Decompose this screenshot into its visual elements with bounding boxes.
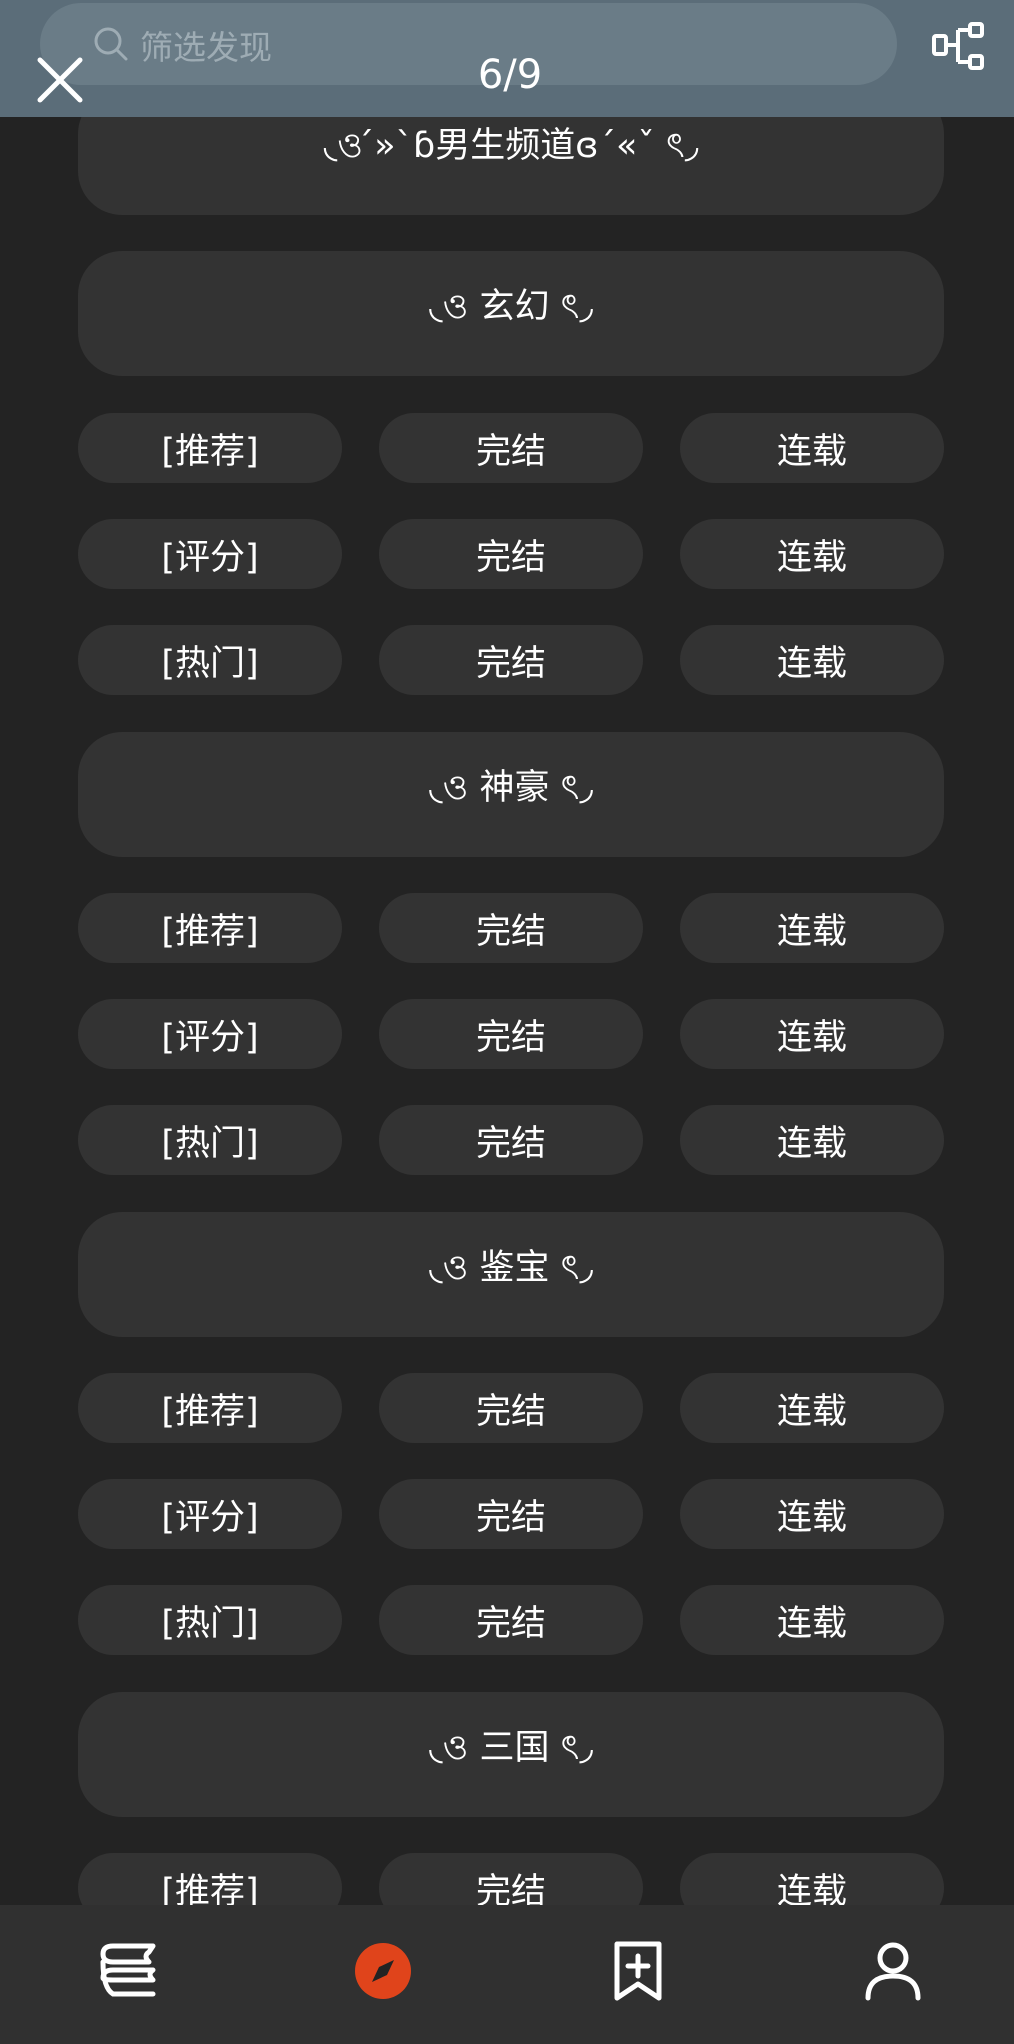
section-title: ◟ও 玄幻 ৎ◞ xyxy=(429,287,593,327)
pill-ongoing[interactable]: 连载 xyxy=(680,1853,944,1905)
pill-rating[interactable]: [评分] xyxy=(78,1479,342,1549)
pill-completed[interactable]: 完结 xyxy=(379,1105,643,1175)
section-header-shenhao[interactable]: ◟ও 神豪 ৎ◞ xyxy=(78,732,944,857)
pill-ongoing[interactable]: 连载 xyxy=(680,519,944,589)
pill-completed[interactable]: 完结 xyxy=(379,999,643,1069)
search-placeholder: 筛选发现 xyxy=(140,28,272,67)
pill-completed[interactable]: 完结 xyxy=(379,413,643,483)
pill-rating[interactable]: [评分] xyxy=(78,999,342,1069)
pill-ongoing[interactable]: 连载 xyxy=(680,1373,944,1443)
close-icon[interactable] xyxy=(30,50,90,110)
section-header-sanguo[interactable]: ◟ও 三国 ৎ◞ xyxy=(78,1692,944,1817)
pill-recommend[interactable]: [推荐] xyxy=(78,1853,342,1905)
pill-ongoing[interactable]: 连载 xyxy=(680,1479,944,1549)
pill-completed[interactable]: 完结 xyxy=(379,1373,643,1443)
pill-completed[interactable]: 完结 xyxy=(379,1479,643,1549)
pill-completed[interactable]: 完结 xyxy=(379,893,643,963)
discover-content: ◟ও ́»`ɓ男生频道ɞ´«ˇ ৎ◞ ◟ও 玄幻 ৎ◞ [推荐] 完结 连载 [… xyxy=(0,0,1014,1905)
pill-ongoing[interactable]: 连载 xyxy=(680,999,944,1069)
section-header-xuanhuan[interactable]: ◟ও 玄幻 ৎ◞ xyxy=(78,251,944,376)
pill-completed[interactable]: 完结 xyxy=(379,519,643,589)
pill-recommend[interactable]: [推荐] xyxy=(78,1373,342,1443)
pill-completed[interactable]: 完结 xyxy=(379,1853,643,1905)
bookmark-add-icon xyxy=(614,1941,662,2001)
section-title: ◟ও 鉴宝 ৎ◞ xyxy=(429,1248,593,1288)
pill-hot[interactable]: [热门] xyxy=(78,625,342,695)
top-bar: 筛选发现 6/9 xyxy=(0,0,1014,117)
user-icon xyxy=(865,1942,921,2001)
bookshelf-icon xyxy=(100,1943,156,1997)
page-counter: 6/9 xyxy=(477,52,543,98)
pill-ongoing[interactable]: 连载 xyxy=(680,413,944,483)
pill-recommend[interactable]: [推荐] xyxy=(78,893,342,963)
pill-recommend[interactable]: [推荐] xyxy=(78,413,342,483)
mindmap-icon[interactable] xyxy=(930,18,988,76)
bottom-nav xyxy=(0,1905,1014,2044)
tab-profile[interactable] xyxy=(853,1931,933,2011)
tab-bookshelf[interactable] xyxy=(88,1931,168,2011)
compass-icon xyxy=(355,1943,411,1999)
section-title: ◟ও 三国 ৎ◞ xyxy=(429,1728,593,1768)
section-header-jianbao[interactable]: ◟ও 鉴宝 ৎ◞ xyxy=(78,1212,944,1337)
pill-hot[interactable]: [热门] xyxy=(78,1585,342,1655)
pill-completed[interactable]: 完结 xyxy=(379,1585,643,1655)
pill-ongoing[interactable]: 连载 xyxy=(680,625,944,695)
section-title: ◟ও ́»`ɓ男生频道ɞ´«ˇ ৎ◞ xyxy=(323,126,699,166)
pill-ongoing[interactable]: 连载 xyxy=(680,1105,944,1175)
search-icon xyxy=(94,27,128,61)
pill-ongoing[interactable]: 连载 xyxy=(680,893,944,963)
section-title: ◟ও 神豪 ৎ◞ xyxy=(429,768,593,808)
pill-ongoing[interactable]: 连载 xyxy=(680,1585,944,1655)
pill-rating[interactable]: [评分] xyxy=(78,519,342,589)
pill-completed[interactable]: 完结 xyxy=(379,625,643,695)
tab-discover[interactable] xyxy=(343,1931,423,2011)
tab-bookmarks[interactable] xyxy=(598,1931,678,2011)
pill-hot[interactable]: [热门] xyxy=(78,1105,342,1175)
